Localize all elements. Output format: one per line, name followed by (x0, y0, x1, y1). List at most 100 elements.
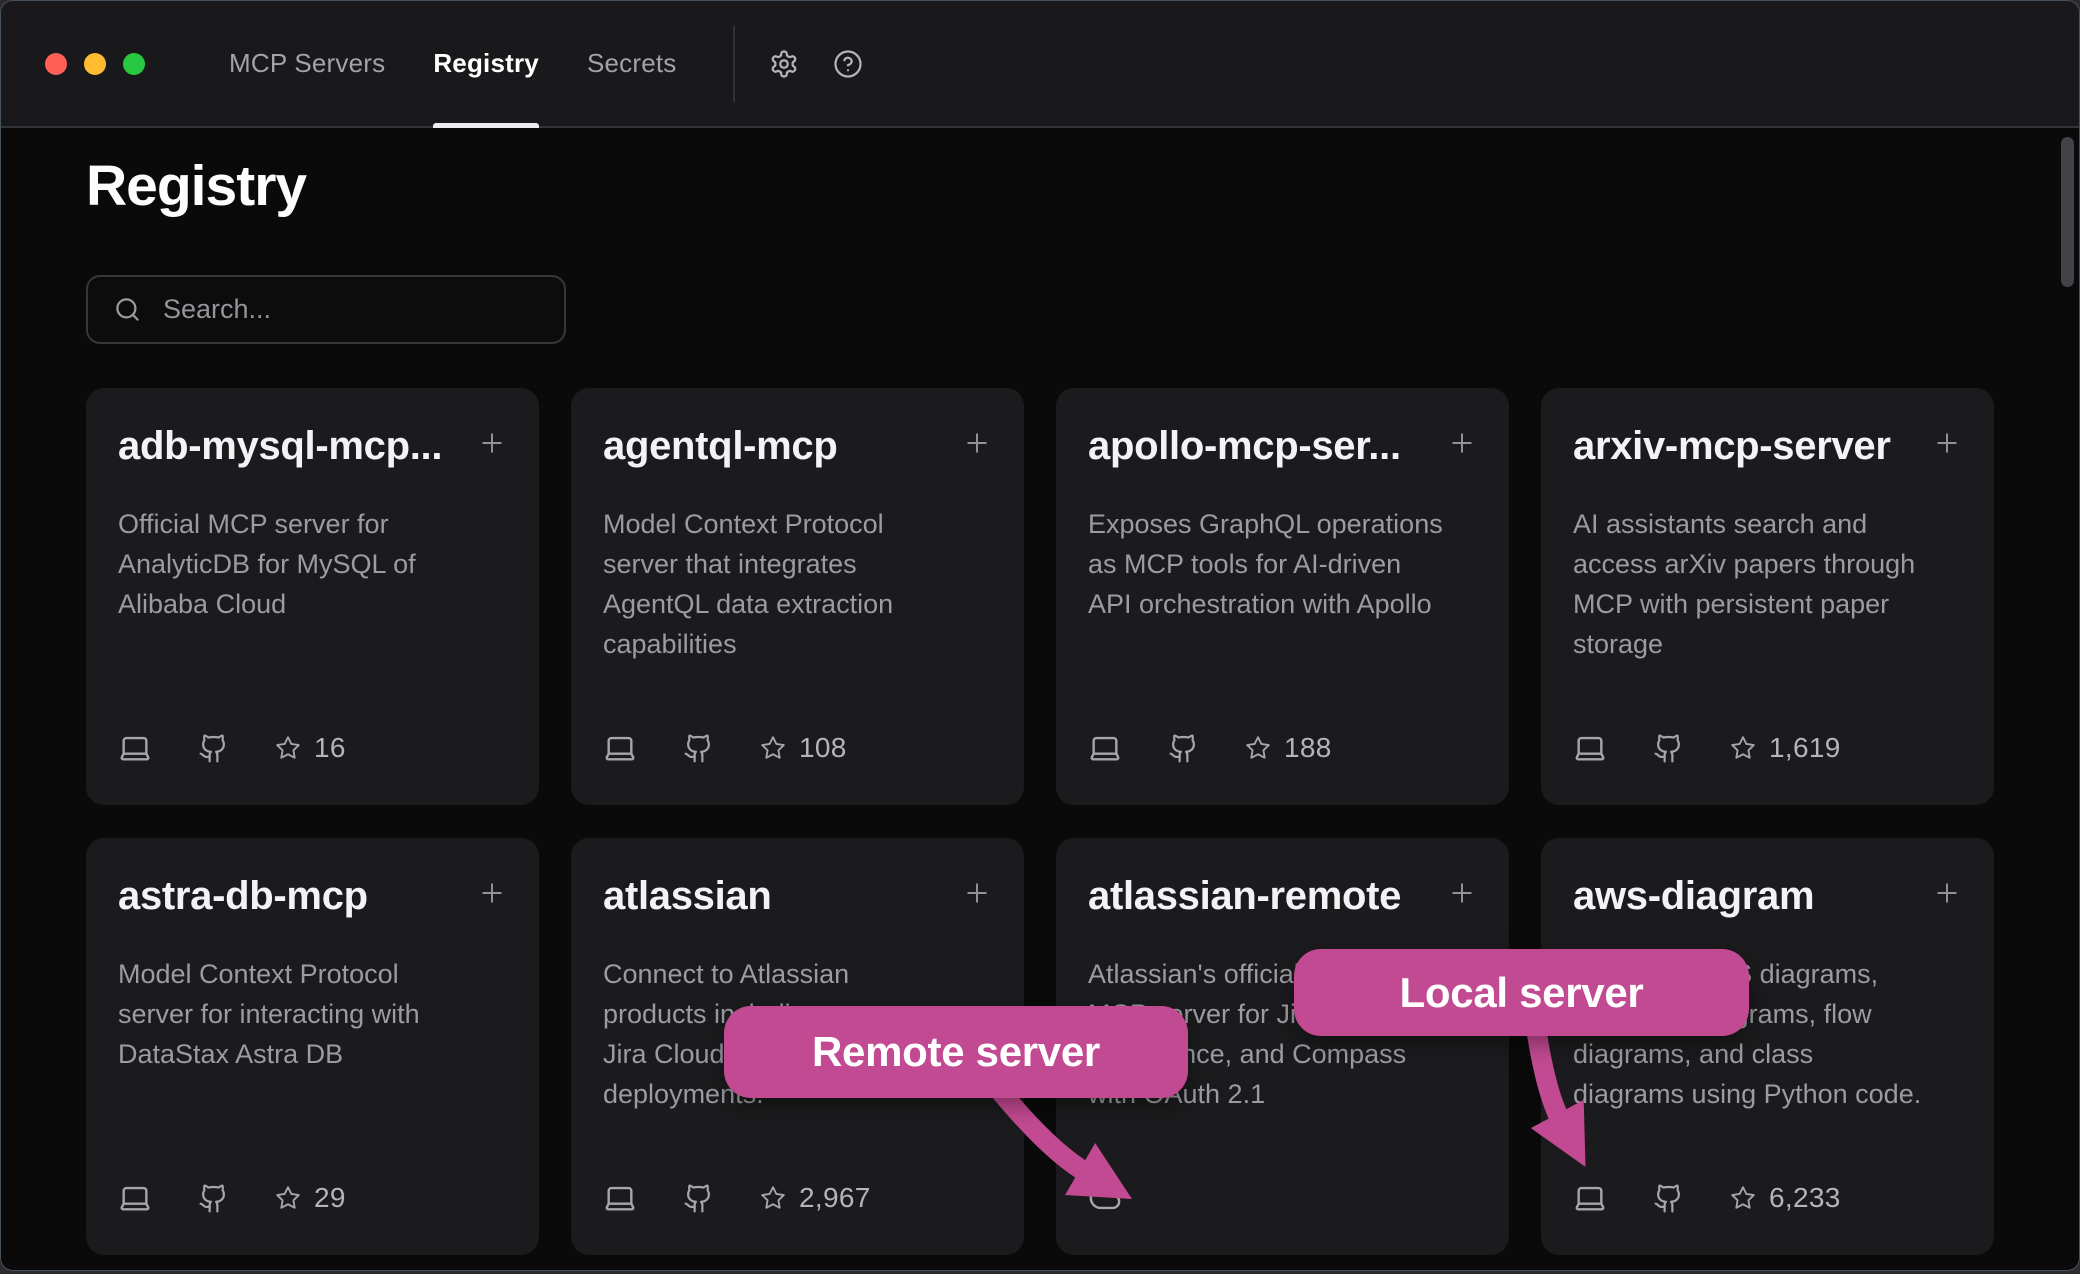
toolbar-divider (733, 26, 735, 102)
add-server-button[interactable] (1932, 428, 1962, 458)
search-box[interactable] (86, 275, 566, 344)
star-icon (760, 735, 786, 761)
laptop-icon (1088, 731, 1122, 765)
page-title: Registry (86, 153, 2079, 219)
server-description: Model Context Protocolserver for interac… (118, 954, 507, 1074)
star-icon (275, 1185, 301, 1211)
add-server-button[interactable] (962, 428, 992, 458)
server-description: Model Context Protocolserver that integr… (603, 504, 992, 664)
github-stars: 2,967 (760, 1182, 871, 1214)
add-server-button[interactable] (962, 878, 992, 908)
server-name: arxiv-mcp-server (1573, 422, 1891, 470)
star-icon (760, 1185, 786, 1211)
local-server-callout: Local server (1294, 949, 1749, 1036)
server-description: Official MCP server forAnalyticDB for My… (118, 504, 507, 624)
card-footer: 108 (603, 731, 992, 765)
server-card-agentql-mcp[interactable]: agentql-mcp Model Context Protocolserver… (571, 388, 1024, 805)
plus-icon (477, 428, 507, 458)
github-stars: 108 (760, 732, 847, 764)
github-stars: 6,233 (1730, 1182, 1841, 1214)
card-footer: 16 (118, 731, 507, 765)
search-icon (114, 296, 141, 323)
tab-registry[interactable]: Registry (433, 1, 539, 126)
laptop-icon (118, 1181, 152, 1215)
github-stars: 1,619 (1730, 732, 1841, 764)
card-footer: 1,619 (1573, 731, 1962, 765)
laptop-icon (603, 1181, 637, 1215)
server-name: agentql-mcp (603, 422, 838, 470)
window-controls (45, 1, 145, 126)
card-footer: 29 (118, 1181, 507, 1215)
laptop-icon (1573, 1181, 1607, 1215)
github-stars: 188 (1245, 732, 1332, 764)
github-icon[interactable] (683, 733, 714, 764)
server-name: astra-db-mcp (118, 872, 368, 920)
github-stars: 29 (275, 1182, 346, 1214)
github-icon[interactable] (1653, 733, 1684, 764)
github-icon[interactable] (1653, 1183, 1684, 1214)
cloud-icon (1088, 1181, 1122, 1215)
plus-icon (962, 878, 992, 908)
card-footer: 188 (1088, 731, 1477, 765)
main-nav: MCP Servers Registry Secrets (229, 1, 677, 126)
server-name: atlassian-remote (1088, 872, 1401, 920)
remote-server-callout: Remote server (724, 1006, 1188, 1098)
plus-icon (1447, 428, 1477, 458)
server-description: AI assistants search andaccess arXiv pap… (1573, 504, 1962, 664)
server-name: atlassian (603, 872, 772, 920)
server-name: aws-diagram (1573, 872, 1814, 920)
close-window-button[interactable] (45, 53, 67, 75)
star-icon (1245, 735, 1271, 761)
plus-icon (1447, 878, 1477, 908)
star-count: 29 (314, 1182, 346, 1214)
help-circle-icon (833, 49, 863, 79)
add-server-button[interactable] (1447, 878, 1477, 908)
help-button[interactable] (833, 1, 863, 126)
server-name: apollo-mcp-ser... (1088, 422, 1401, 470)
add-server-button[interactable] (1447, 428, 1477, 458)
laptop-icon (1573, 731, 1607, 765)
plus-icon (477, 878, 507, 908)
add-server-button[interactable] (1932, 878, 1962, 908)
github-icon[interactable] (1168, 733, 1199, 764)
settings-button[interactable] (769, 1, 799, 126)
plus-icon (962, 428, 992, 458)
tab-mcp-servers[interactable]: MCP Servers (229, 1, 385, 126)
minimize-window-button[interactable] (84, 53, 106, 75)
search-input[interactable] (163, 294, 543, 325)
zoom-window-button[interactable] (123, 53, 145, 75)
star-count: 1,619 (1769, 732, 1841, 764)
gear-icon (769, 49, 799, 79)
github-icon[interactable] (198, 1183, 229, 1214)
star-count: 108 (799, 732, 847, 764)
github-stars: 16 (275, 732, 346, 764)
server-card-arxiv-mcp-server[interactable]: arxiv-mcp-server AI assistants search an… (1541, 388, 1994, 805)
laptop-icon (118, 731, 152, 765)
card-footer: 2,967 (603, 1181, 992, 1215)
server-card-astra-db-mcp[interactable]: astra-db-mcp Model Context Protocolserve… (86, 838, 539, 1255)
titlebar: MCP Servers Registry Secrets (1, 1, 2079, 128)
github-icon[interactable] (683, 1183, 714, 1214)
server-card-aws-diagram[interactable]: aws-diagram Generate AWS diagrams,sequen… (1541, 838, 1994, 1255)
server-description: Exposes GraphQL operationsas MCP tools f… (1088, 504, 1477, 624)
app-window: MCP Servers Registry Secrets Registry (0, 0, 2080, 1271)
star-count: 2,967 (799, 1182, 871, 1214)
star-icon (1730, 735, 1756, 761)
add-server-button[interactable] (477, 878, 507, 908)
server-card-grid: adb-mysql-mcp... Official MCP server for… (86, 388, 2079, 1255)
local-server-callout-label: Local server (1400, 969, 1644, 1017)
server-card-apollo-mcp-server[interactable]: apollo-mcp-ser... Exposes GraphQL operat… (1056, 388, 1509, 805)
star-count: 188 (1284, 732, 1332, 764)
star-count: 16 (314, 732, 346, 764)
star-count: 6,233 (1769, 1182, 1841, 1214)
scrollbar-thumb[interactable] (2061, 137, 2074, 287)
star-icon (1730, 1185, 1756, 1211)
plus-icon (1932, 428, 1962, 458)
star-icon (275, 735, 301, 761)
tab-secrets[interactable]: Secrets (587, 1, 677, 126)
card-footer (1088, 1181, 1477, 1215)
server-card-adb-mysql-mcp[interactable]: adb-mysql-mcp... Official MCP server for… (86, 388, 539, 805)
github-icon[interactable] (198, 733, 229, 764)
add-server-button[interactable] (477, 428, 507, 458)
laptop-icon (603, 731, 637, 765)
